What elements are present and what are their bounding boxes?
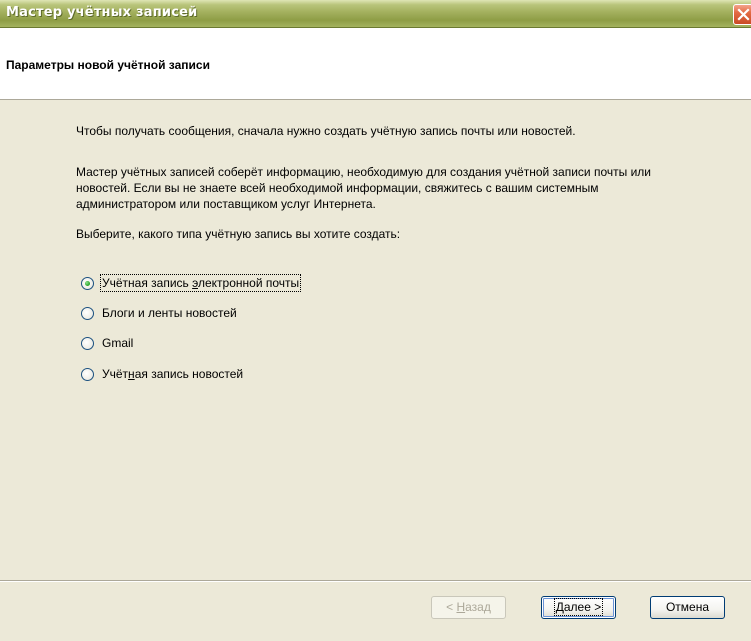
radio-label: Учётная запись электронной почты — [99, 274, 302, 292]
intro-text: Чтобы получать сообщения, сначала нужно … — [76, 124, 576, 138]
cancel-button[interactable]: Отмена — [650, 596, 725, 619]
radio-label: Gmail — [102, 336, 134, 350]
radio-email-account[interactable]: Учётная запись электронной почты — [81, 274, 302, 292]
radio-button[interactable] — [81, 367, 94, 381]
footer-divider — [0, 580, 751, 582]
page-heading: Параметры новой учётной записи — [6, 58, 210, 72]
radio-button[interactable] — [81, 306, 94, 320]
window-title: Мастер учётных записей — [6, 5, 198, 20]
title-bar[interactable]: Мастер учётных записей — [0, 0, 751, 28]
wizard-header: Параметры новой учётной записи — [0, 28, 751, 100]
radio-gmail[interactable]: Gmail — [81, 334, 133, 352]
radio-selected-dot — [85, 280, 90, 286]
back-button[interactable]: < Назад — [431, 596, 506, 619]
close-icon — [737, 8, 750, 21]
radio-blogs-feeds[interactable]: Блоги и ленты новостей — [81, 304, 237, 322]
close-button[interactable] — [733, 4, 751, 25]
radio-button[interactable] — [81, 336, 94, 350]
radio-button[interactable] — [81, 276, 94, 290]
radio-news-account[interactable]: Учётная запись новостей — [81, 365, 243, 383]
account-type-prompt: Выберите, какого типа учётную запись вы … — [76, 227, 401, 241]
radio-label: Учётная запись новостей — [102, 367, 244, 381]
radio-label: Блоги и ленты новостей — [102, 306, 237, 320]
next-button[interactable]: Далее > — [541, 596, 616, 619]
wizard-description: Мастер учётных записей соберёт информаци… — [76, 165, 651, 211]
